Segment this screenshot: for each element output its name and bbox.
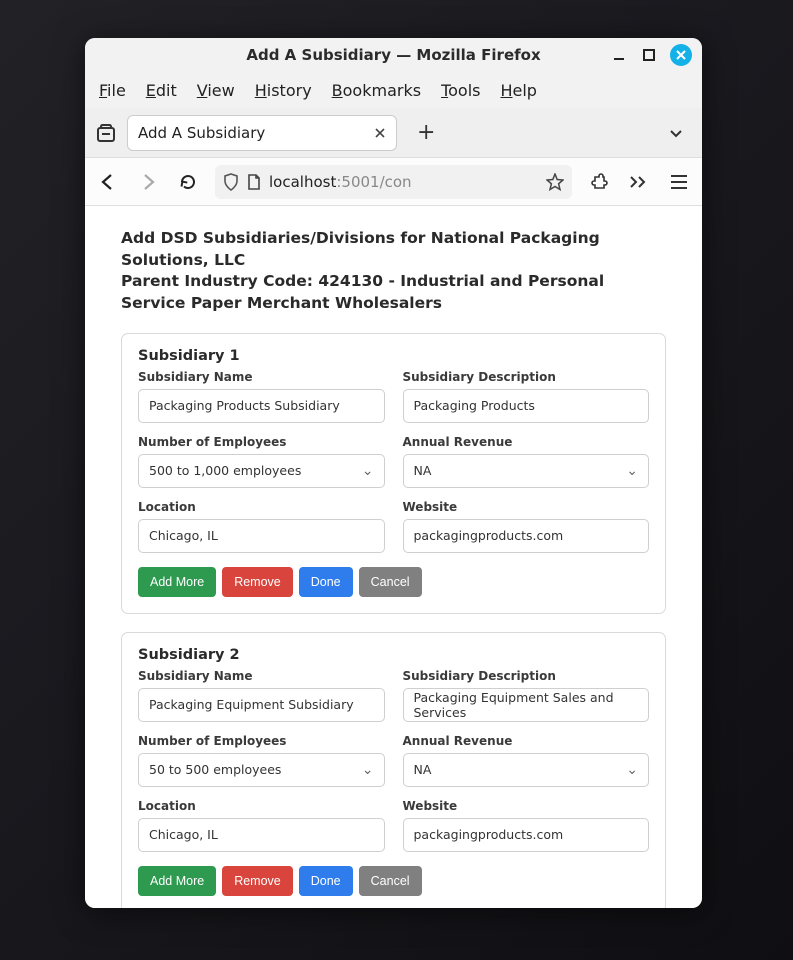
- input-subsidiary-description[interactable]: Packaging Products: [403, 389, 650, 423]
- label-revenue: Annual Revenue: [403, 734, 650, 748]
- input-location[interactable]: Chicago, IL: [138, 818, 385, 852]
- page-content: Add DSD Subsidiaries/Divisions for Natio…: [85, 206, 702, 908]
- hamburger-menu-button[interactable]: [666, 169, 692, 195]
- menu-tools[interactable]: Tools: [441, 81, 480, 100]
- window-close-button[interactable]: [670, 44, 692, 66]
- input-subsidiary-name[interactable]: Packaging Products Subsidiary: [138, 389, 385, 423]
- done-button[interactable]: Done: [299, 567, 353, 597]
- select-revenue[interactable]: NA: [403, 753, 650, 787]
- remove-button[interactable]: Remove: [222, 866, 293, 896]
- bookmark-star-icon[interactable]: [546, 173, 564, 191]
- menu-edit[interactable]: Edit: [146, 81, 177, 100]
- input-subsidiary-description[interactable]: Packaging Equipment Sales and Services: [403, 688, 650, 722]
- tab-bar: Add A Subsidiary +: [85, 108, 702, 158]
- navigation-toolbar: localhost:5001/con: [85, 158, 702, 206]
- input-location[interactable]: Chicago, IL: [138, 519, 385, 553]
- window-minimize-button[interactable]: [610, 46, 628, 64]
- select-employees[interactable]: 500 to 1,000 employees: [138, 454, 385, 488]
- subsidiary-card-1: Subsidiary 1 Subsidiary Name Packaging P…: [121, 333, 666, 614]
- window-maximize-button[interactable]: [640, 46, 658, 64]
- tab-close-button[interactable]: [374, 127, 386, 139]
- overflow-button[interactable]: [626, 169, 652, 195]
- select-revenue[interactable]: NA: [403, 454, 650, 488]
- tabs-list-button[interactable]: [668, 125, 692, 141]
- add-more-button[interactable]: Add More: [138, 567, 216, 597]
- cancel-button[interactable]: Cancel: [359, 567, 422, 597]
- menu-file[interactable]: File: [99, 81, 126, 100]
- label-employees: Number of Employees: [138, 734, 385, 748]
- label-subsidiary-description: Subsidiary Description: [403, 669, 650, 683]
- page-icon: [247, 173, 261, 191]
- label-subsidiary-name: Subsidiary Name: [138, 669, 385, 683]
- window-title: Add A Subsidiary — Mozilla Firefox: [246, 46, 540, 64]
- label-employees: Number of Employees: [138, 435, 385, 449]
- label-location: Location: [138, 799, 385, 813]
- menubar: File Edit View History Bookmarks Tools H…: [85, 72, 702, 108]
- url-bar[interactable]: localhost:5001/con: [215, 165, 572, 199]
- label-location: Location: [138, 500, 385, 514]
- subsidiary-card-2: Subsidiary 2 Subsidiary Name Packaging E…: [121, 632, 666, 908]
- label-website: Website: [403, 500, 650, 514]
- browser-tab[interactable]: Add A Subsidiary: [127, 115, 397, 151]
- window-titlebar: Add A Subsidiary — Mozilla Firefox: [85, 38, 702, 72]
- cancel-button[interactable]: Cancel: [359, 866, 422, 896]
- extensions-button[interactable]: [586, 169, 612, 195]
- subsidiary-title: Subsidiary 2: [138, 647, 649, 663]
- done-button[interactable]: Done: [299, 866, 353, 896]
- label-subsidiary-description: Subsidiary Description: [403, 370, 650, 384]
- url-text: localhost:5001/con: [269, 173, 412, 191]
- page-heading: Add DSD Subsidiaries/Divisions for Natio…: [121, 228, 666, 315]
- back-button[interactable]: [95, 169, 121, 195]
- remove-button[interactable]: Remove: [222, 567, 293, 597]
- reload-button[interactable]: [175, 169, 201, 195]
- select-employees[interactable]: 50 to 500 employees: [138, 753, 385, 787]
- browser-window: Add A Subsidiary — Mozilla Firefox File …: [85, 38, 702, 908]
- input-website[interactable]: packagingproducts.com: [403, 519, 650, 553]
- input-subsidiary-name[interactable]: Packaging Equipment Subsidiary: [138, 688, 385, 722]
- input-website[interactable]: packagingproducts.com: [403, 818, 650, 852]
- recent-browsing-icon[interactable]: [95, 122, 117, 144]
- menu-bookmarks[interactable]: Bookmarks: [332, 81, 421, 100]
- label-subsidiary-name: Subsidiary Name: [138, 370, 385, 384]
- menu-view[interactable]: View: [197, 81, 235, 100]
- menu-history[interactable]: History: [255, 81, 312, 100]
- subsidiary-title: Subsidiary 1: [138, 348, 649, 364]
- shield-icon[interactable]: [223, 173, 239, 191]
- label-website: Website: [403, 799, 650, 813]
- new-tab-button[interactable]: +: [407, 120, 445, 145]
- forward-button[interactable]: [135, 169, 161, 195]
- menu-help[interactable]: Help: [500, 81, 536, 100]
- tab-title: Add A Subsidiary: [138, 124, 265, 142]
- label-revenue: Annual Revenue: [403, 435, 650, 449]
- add-more-button[interactable]: Add More: [138, 866, 216, 896]
